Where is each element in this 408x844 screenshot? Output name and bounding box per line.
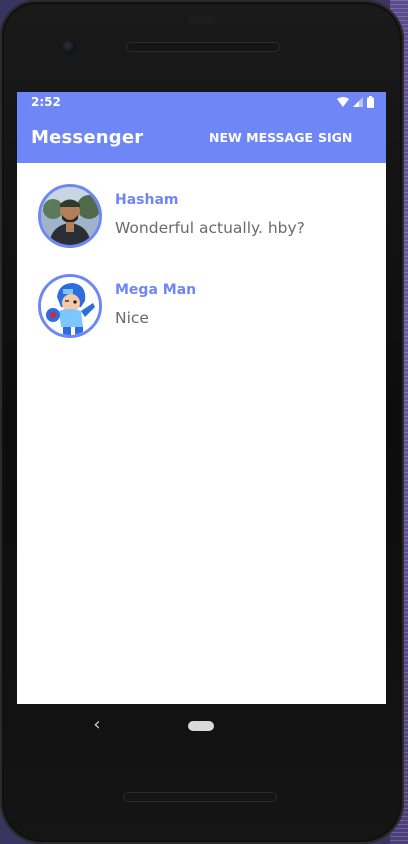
speaker-grille-top — [126, 42, 280, 52]
home-pill-icon[interactable] — [188, 721, 214, 731]
back-icon[interactable]: ‹ — [89, 714, 105, 735]
contact-name: Mega Man — [115, 282, 197, 298]
battery-icon — [367, 96, 374, 108]
earpiece — [188, 16, 216, 24]
phone-frame: 2:52 Messenger NEW MESSAGE SIGN OUT Hash… — [0, 0, 404, 844]
app-title: Messenger — [31, 127, 144, 148]
status-bar: 2:52 — [17, 92, 386, 112]
app-bar: Messenger NEW MESSAGE SIGN OUT — [17, 112, 386, 197]
last-message: Wonderful actually. hby? — [115, 219, 305, 237]
system-navigation-bar: ‹ — [17, 704, 386, 750]
new-message-button[interactable]: NEW MESSAGE — [209, 112, 313, 164]
front-camera — [62, 40, 76, 54]
wifi-icon — [337, 97, 349, 107]
conversation-row-hasham[interactable]: Hasham Wonderful actually. hby? — [17, 163, 386, 253]
photo-avatar — [38, 184, 102, 248]
conversation-row-mega-man[interactable]: Mega Man Nice — [17, 253, 386, 343]
speaker-grille-bottom — [123, 792, 277, 802]
mega-man-icon — [41, 277, 99, 335]
app-screen: 2:52 Messenger NEW MESSAGE SIGN OUT Hash… — [17, 92, 386, 704]
last-message: Nice — [115, 309, 149, 327]
status-icons — [337, 96, 374, 108]
avatar-photo-icon — [41, 187, 99, 245]
status-time: 2:52 — [31, 95, 61, 109]
mega-man-avatar — [38, 274, 102, 338]
cell-signal-icon — [353, 97, 363, 107]
contact-name: Hasham — [115, 192, 179, 208]
